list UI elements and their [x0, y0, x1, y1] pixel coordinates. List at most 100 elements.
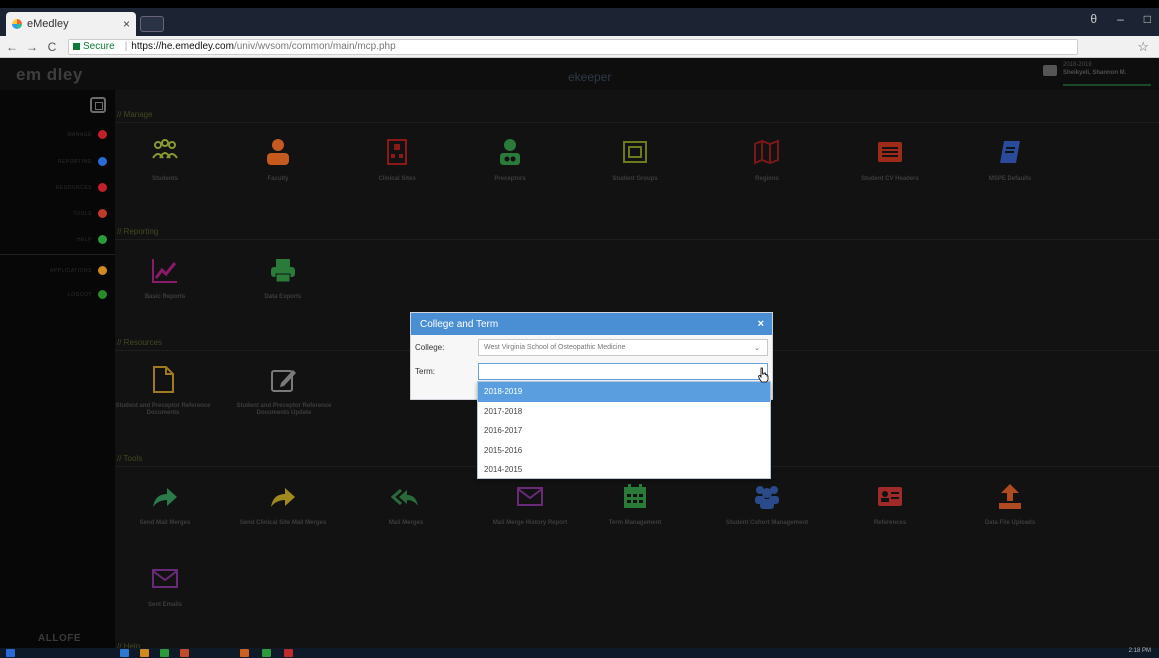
- tile-send-mail-merges[interactable]: Send Mail Merges: [110, 482, 220, 527]
- app-title: ekeeper: [568, 70, 612, 84]
- browser-tab[interactable]: eMedley ×: [6, 12, 136, 36]
- forward-button[interactable]: →: [24, 40, 40, 54]
- tile-data-exports[interactable]: Data Exports: [228, 256, 338, 301]
- dialog-close-icon[interactable]: ×: [758, 318, 764, 330]
- sidebar-item-manage[interactable]: MANAGE: [67, 130, 107, 139]
- back-button[interactable]: ←: [4, 40, 20, 54]
- tile-label: Data Exports: [264, 294, 302, 300]
- taskbar-app-icon[interactable]: [240, 649, 249, 657]
- tile-references[interactable]: References: [835, 482, 945, 527]
- edit-icon: [269, 365, 299, 393]
- sidebar-item-label: TOOLS: [72, 210, 92, 217]
- url-field[interactable]: Secure | https://he.emedley.com /univ/wv…: [68, 38, 1078, 55]
- tab-close-icon[interactable]: ×: [123, 17, 130, 31]
- sidebar-item-label: HELP: [76, 236, 92, 243]
- sidebar-toggle-icon[interactable]: [90, 97, 106, 113]
- term-option[interactable]: 2018-2019: [478, 382, 770, 402]
- start-icon[interactable]: [6, 649, 15, 657]
- reply-all-icon: [390, 482, 421, 510]
- tile-mail-merge-history-report[interactable]: Mail Merge History Report: [475, 482, 585, 527]
- tile-preceptors[interactable]: Preceptors: [455, 138, 565, 183]
- tile-mail-merges[interactable]: Mail Merges: [351, 482, 461, 527]
- tile-basic-reports[interactable]: Basic Reports: [110, 256, 220, 301]
- section-reporting-heading[interactable]: // Reporting: [115, 227, 1159, 236]
- share-icon: [150, 482, 180, 510]
- tile-label: Basic Reports: [144, 294, 186, 300]
- reload-button[interactable]: C: [44, 40, 60, 54]
- college-select-value: West Virginia School of Osteopathic Medi…: [484, 344, 626, 351]
- share-icon: [268, 482, 298, 510]
- tile-label: Clinical Sites: [378, 176, 416, 182]
- minimize-button[interactable]: –: [1117, 12, 1124, 26]
- tile-student-groups[interactable]: Student Groups: [580, 138, 690, 183]
- tile-term-management[interactable]: Term Management: [580, 482, 690, 527]
- section-manage-heading[interactable]: // Manage: [115, 110, 1159, 119]
- tile-clinical-sites[interactable]: Clinical Sites: [342, 138, 452, 183]
- secure-label: Secure: [83, 41, 115, 52]
- sidebar-item-label: LOGOUT: [67, 291, 92, 298]
- browser-tab-bar: eMedley × θ – □: [0, 8, 1159, 36]
- sidebar-item-icon: [98, 183, 107, 192]
- tile-student-cv-headers[interactable]: Student CV Headers: [835, 138, 945, 183]
- term-option[interactable]: 2015-2016: [478, 441, 770, 461]
- new-tab-button[interactable]: [140, 16, 164, 32]
- tile-data-file-uploads[interactable]: Data File Uploads: [955, 482, 1065, 527]
- allofe-logo: ALLOFE: [38, 633, 81, 644]
- sidebar-item-label: MANAGE: [67, 131, 92, 138]
- tile-label: Student Groups: [612, 176, 658, 182]
- sidebar-item-resources[interactable]: RESOURCES: [56, 183, 107, 192]
- tile-student-and-preceptor-reference-documents-update[interactable]: Student and Preceptor Reference Document…: [229, 365, 339, 417]
- tile-students[interactable]: Students: [110, 138, 220, 183]
- taskbar-app-icon[interactable]: [284, 649, 293, 657]
- sidebar-item-help[interactable]: HELP: [77, 235, 107, 244]
- user-menu[interactable]: 2018-2019 Sheikyeli, Shannon M.: [1063, 62, 1151, 86]
- sidebar-item-icon: [98, 235, 107, 244]
- chevron-down-icon: ⌄: [754, 345, 760, 352]
- tile-send-clinical-site-mail-merges[interactable]: Send Clinical Site Mail Merges: [228, 482, 338, 527]
- sidebar: MANAGE REPORTING RESOURCES TOOLS HELP APPLICA…: [0, 90, 115, 658]
- user-avatar-icon[interactable]: [1043, 65, 1057, 76]
- tile-student-and-preceptor-reference-documents[interactable]: Student and Preceptor Reference Document…: [108, 365, 218, 417]
- sidebar-item-logout[interactable]: LOGOUT: [68, 290, 107, 299]
- tile-sent-emails[interactable]: Sent Emails: [110, 564, 220, 609]
- taskbar-app-icon[interactable]: [140, 649, 149, 657]
- sidebar-item-label: REPORTING: [57, 158, 92, 165]
- term-row: Term:: [411, 363, 774, 380]
- tile-student-cohort-management[interactable]: Student Cohort Management: [712, 482, 822, 527]
- account-icon[interactable]: θ: [1090, 12, 1097, 26]
- taskbar-app-icon[interactable]: [120, 649, 129, 657]
- taskbar-app-icon[interactable]: [262, 649, 271, 657]
- tile-mspe-defaults[interactable]: MSPE Defaults: [955, 138, 1065, 183]
- tile-label: MSPE Defaults: [988, 176, 1032, 182]
- tile-label: Student and Preceptor Reference Document…: [236, 403, 332, 417]
- taskbar-app-icon[interactable]: [160, 649, 169, 657]
- tile-label: Term Management: [608, 520, 662, 526]
- bookmark-star-icon[interactable]: ☆: [1137, 39, 1149, 55]
- term-select[interactable]: [478, 363, 768, 380]
- term-option[interactable]: 2016-2017: [478, 421, 770, 441]
- dialog-title-bar: College and Term ×: [411, 313, 772, 335]
- term-option[interactable]: 2017-2018: [478, 402, 770, 422]
- taskbar-app-icon[interactable]: [180, 649, 189, 657]
- sidebar-item-applications[interactable]: APPLICATIONS: [50, 266, 107, 275]
- map-icon: [752, 138, 782, 166]
- term-option[interactable]: 2014-2015: [478, 460, 770, 480]
- term-dropdown-list: 2018-2019 2017-2018 2016-2017 2015-2016 2014…: [477, 381, 771, 479]
- tab-title: eMedley: [27, 18, 69, 30]
- section-divider: [115, 122, 1159, 123]
- college-select[interactable]: West Virginia School of Osteopathic Medi…: [478, 339, 768, 356]
- sidebar-item-reporting[interactable]: REPORTING: [58, 157, 107, 166]
- tile-label: Data File Uploads: [984, 520, 1036, 526]
- sidebar-item-tools[interactable]: TOOLS: [73, 209, 107, 218]
- book-icon: [995, 138, 1025, 166]
- hand-cursor-icon: [758, 367, 769, 383]
- tile-faculty[interactable]: Faculty: [223, 138, 333, 183]
- tile-regions[interactable]: Regions: [712, 138, 822, 183]
- taskbar-clock: 2:18 PM: [1128, 648, 1151, 654]
- tile-label: Mail Merges: [388, 520, 424, 526]
- tile-label: Faculty: [267, 176, 289, 182]
- maximize-button[interactable]: □: [1144, 12, 1151, 26]
- sidebar-item-icon: [98, 130, 107, 139]
- emedley-favicon-icon: [12, 19, 22, 29]
- college-label: College:: [415, 343, 445, 352]
